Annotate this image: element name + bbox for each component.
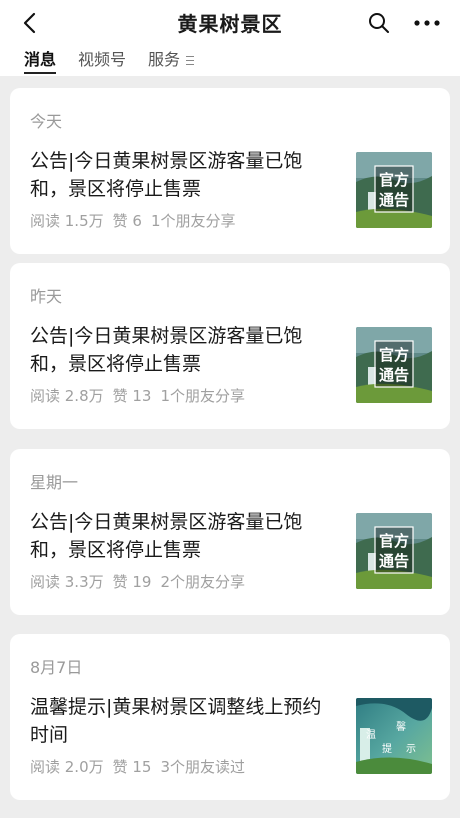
like-count: 赞 19 (112, 573, 152, 591)
search-button[interactable] (364, 8, 394, 38)
tab-label: 服务 (148, 50, 181, 69)
tab-label: 消息 (24, 50, 57, 69)
thumb-text: 通告 (379, 366, 409, 384)
thumb-text: 官方 (379, 346, 409, 364)
article-stats: 阅读 3.3万赞 19 2个朋友分享 (30, 571, 254, 592)
friend-share: 3个朋友读过 (160, 758, 246, 776)
tab-messages[interactable]: 消息 (24, 44, 57, 76)
more-dots-icon (414, 20, 440, 26)
article-thumbnail[interactable]: 官方 通告 (356, 513, 432, 589)
friend-share: 1个朋友分享 (150, 212, 236, 230)
article-card[interactable]: 昨天 公告|今日黄果树景区游客量已饱和，景区将停止售票 阅读 2.8万赞 13 1… (10, 263, 450, 429)
article-date: 今天 (30, 112, 63, 131)
tab-services[interactable]: 服务 (148, 44, 195, 76)
thumb-text: 馨 (396, 720, 406, 733)
article-date: 昨天 (30, 287, 63, 306)
menu-lines-icon (186, 56, 195, 65)
like-count: 赞 6 (112, 212, 142, 230)
article-stats: 阅读 2.0万赞 15 3个朋友读过 (30, 756, 254, 777)
thumb-text: 示 (406, 744, 416, 755)
article-headline[interactable]: 公告|今日黄果树景区游客量已饱和，景区将停止售票 (30, 147, 340, 203)
article-date: 8月7日 (30, 658, 83, 677)
like-count: 赞 15 (112, 758, 152, 776)
search-icon (369, 13, 389, 33)
article-thumbnail[interactable]: 官方 通告 (356, 327, 432, 403)
top-bar: 黄果树景区 消息 视频号 服务 (0, 0, 460, 76)
article-stats: 阅读 1.5万赞 6 1个朋友分享 (30, 210, 244, 231)
friend-share: 1个朋友分享 (160, 387, 246, 405)
article-card[interactable]: 星期一 公告|今日黄果树景区游客量已饱和，景区将停止售票 阅读 3.3万赞 19… (10, 449, 450, 615)
thumb-text: 通告 (379, 191, 409, 209)
article-card[interactable]: 今天 公告|今日黄果树景区游客量已饱和，景区将停止售票 阅读 1.5万赞 6 1个… (10, 88, 450, 254)
article-headline[interactable]: 温馨提示|黄果树景区调整线上预约时间 (30, 693, 340, 749)
article-thumbnail[interactable]: 温 馨 提 示 (356, 698, 432, 774)
tab-bar: 消息 视频号 服务 (24, 44, 195, 76)
thumb-text: 提 (382, 743, 392, 755)
tab-channels[interactable]: 视频号 (78, 44, 126, 76)
read-count: 阅读 1.5万 (30, 212, 104, 230)
article-headline[interactable]: 公告|今日黄果树景区游客量已饱和，景区将停止售票 (30, 322, 340, 378)
article-card[interactable]: 8月7日 温馨提示|黄果树景区调整线上预约时间 阅读 2.0万赞 15 3个朋友读… (10, 634, 450, 800)
more-button[interactable] (410, 8, 444, 38)
like-count: 赞 13 (112, 387, 152, 405)
thumb-text: 通告 (379, 552, 409, 570)
friend-share: 2个朋友分享 (160, 573, 246, 591)
article-date: 星期一 (30, 473, 79, 492)
read-count: 阅读 2.8万 (30, 387, 104, 405)
read-count: 阅读 3.3万 (30, 573, 104, 591)
thumb-text: 温 (366, 729, 376, 741)
tab-label: 视频号 (78, 50, 127, 69)
article-thumbnail[interactable]: 官方 通告 (356, 152, 432, 228)
thumb-text: 官方 (379, 171, 409, 189)
article-stats: 阅读 2.8万赞 13 1个朋友分享 (30, 385, 254, 406)
article-headline[interactable]: 公告|今日黄果树景区游客量已饱和，景区将停止售票 (30, 508, 340, 564)
read-count: 阅读 2.0万 (30, 758, 104, 776)
thumb-text: 官方 (379, 532, 409, 550)
